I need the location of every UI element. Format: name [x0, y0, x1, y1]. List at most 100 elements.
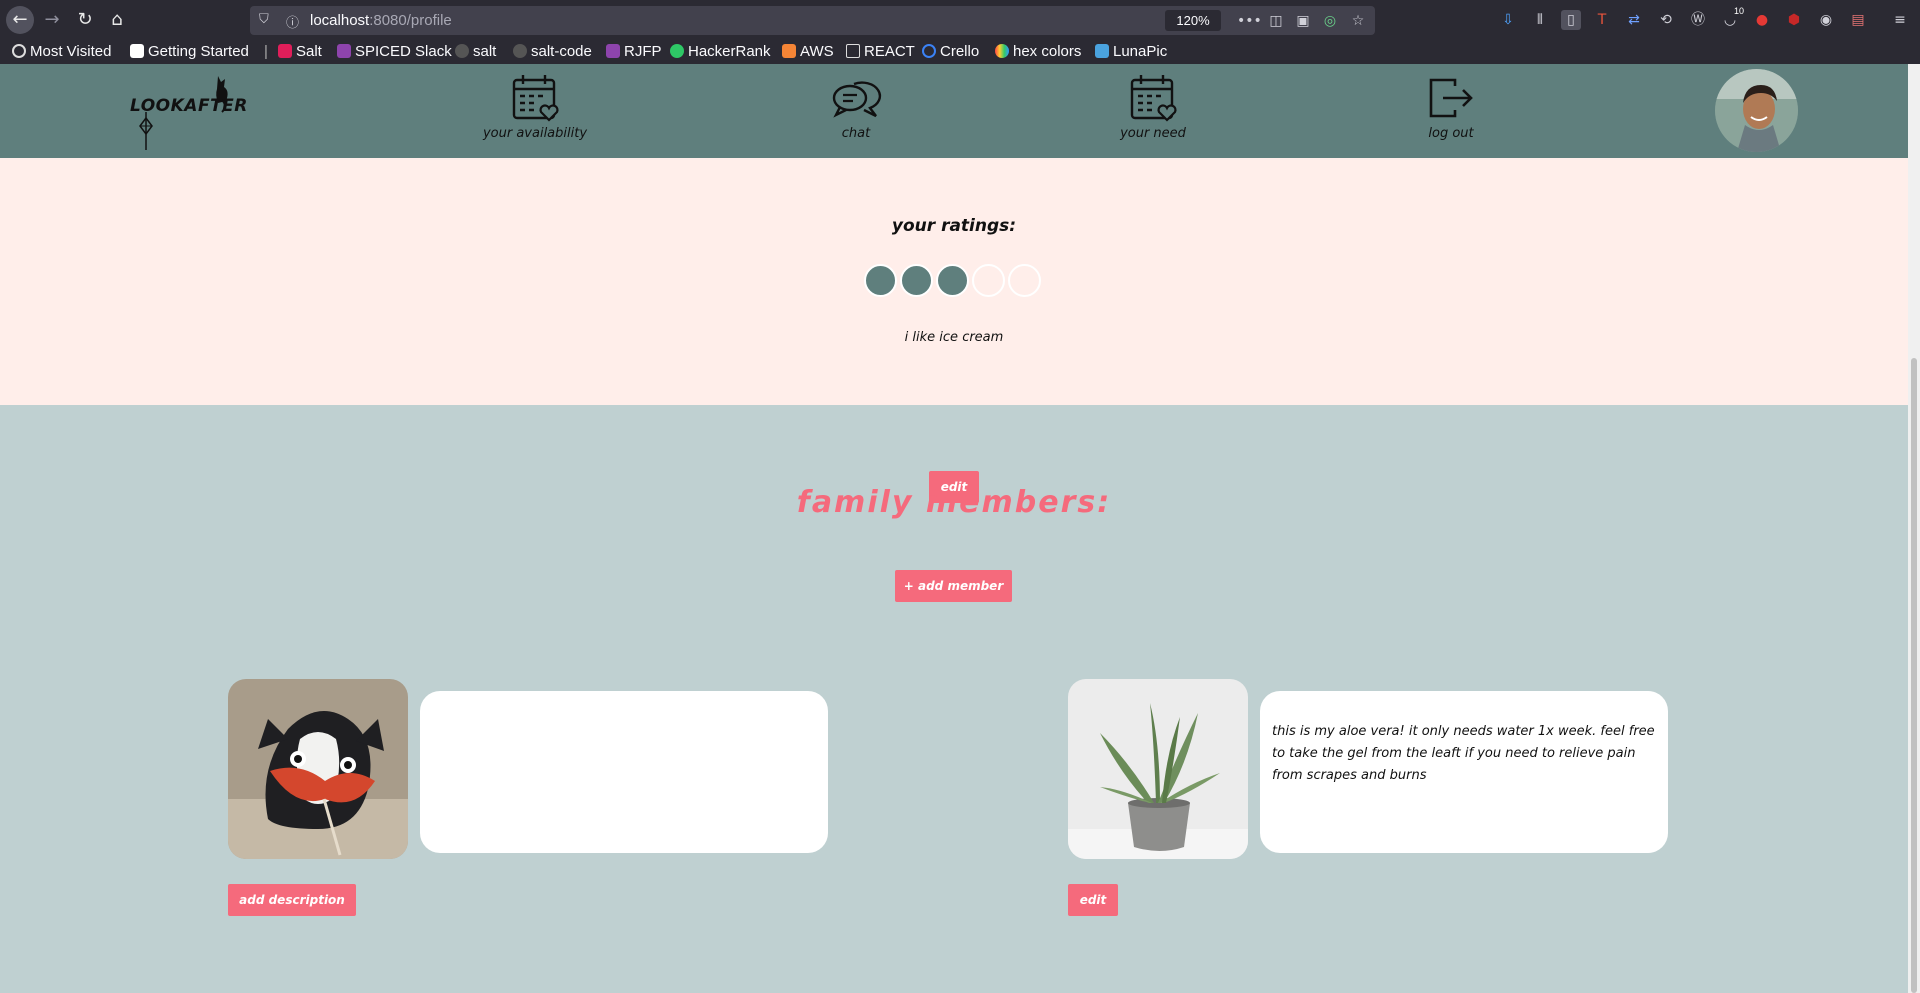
slack-icon: [278, 44, 292, 58]
site-info-icon[interactable]: ⓘ: [286, 12, 300, 31]
bookmark-label: salt: [473, 43, 497, 60]
logo-text: LOOKAFTER: [130, 96, 248, 116]
github-icon: [513, 44, 527, 58]
extension-red-icon[interactable]: ▤: [1848, 10, 1868, 30]
member-description: this is my aloe vera! it only needs wate…: [1260, 691, 1668, 853]
home-icon[interactable]: ⌂: [105, 8, 129, 32]
bookmarks-bar: Most Visited Getting Started | Salt SPIC…: [0, 40, 1920, 64]
page-viewport: LOOKAFTER your availability chat your ne…: [0, 64, 1908, 993]
url-text[interactable]: localhost:8080/profile: [310, 12, 452, 29]
address-bar[interactable]: ⛉ ⓘ localhost:8080/profile 120% ••• ◫ ▣ …: [250, 6, 1375, 35]
nav-label: your need: [1120, 126, 1186, 141]
nav-chat[interactable]: chat: [791, 72, 921, 152]
back-arrow-icon[interactable]: ←: [6, 6, 34, 34]
translate-icon[interactable]: ⇄: [1624, 10, 1644, 30]
nav-label: chat: [841, 126, 871, 141]
m-icon: [130, 44, 144, 58]
extension-tomato-icon[interactable]: ●: [1752, 10, 1772, 30]
aws-cube-icon: [782, 44, 796, 58]
nav-your-availability[interactable]: your availability: [470, 72, 600, 152]
zoom-level-badge[interactable]: 120%: [1165, 10, 1221, 31]
bookmark-label: salt-code: [531, 43, 592, 60]
bookmark-label: LunaPic: [1113, 43, 1168, 60]
logout-icon: [1429, 78, 1473, 118]
family-members-title: family members:: [796, 485, 1112, 520]
extension-target-icon[interactable]: ◎: [1320, 11, 1340, 31]
bookmark-salt-code[interactable]: salt-code: [513, 43, 592, 61]
calendar-heart-icon: [1130, 75, 1177, 122]
rating-dot-empty: [972, 264, 1005, 297]
reload-icon[interactable]: ↻: [73, 8, 97, 32]
avatar[interactable]: [1715, 69, 1798, 152]
color-wheel-icon: [995, 44, 1009, 58]
bookmark-salt-github[interactable]: salt: [455, 43, 496, 61]
nav-log-out[interactable]: log out: [1386, 72, 1516, 152]
lunapic-icon: [1095, 44, 1109, 58]
bookmark-label: hex colors: [1013, 43, 1082, 60]
bookmark-lunapic[interactable]: LunaPic: [1095, 43, 1167, 61]
bookmark-getting-started[interactable]: Getting Started: [130, 43, 249, 61]
profile-photo: [1715, 69, 1798, 152]
member-photo-dog: [228, 679, 408, 859]
bookmark-folder-react[interactable]: REACT: [846, 43, 915, 61]
page-scrollbar[interactable]: [1908, 64, 1920, 993]
crello-icon: [922, 44, 936, 58]
bookmark-label: Most Visited: [30, 43, 112, 60]
library-icon[interactable]: ⫴: [1530, 10, 1550, 30]
scrollbar-thumb[interactable]: [1911, 358, 1917, 993]
dog-photo: [228, 679, 408, 859]
extension-badge: 10: [1734, 6, 1745, 16]
rating-dot-filled: [900, 264, 933, 297]
bookmark-label: Salt: [296, 43, 322, 60]
folder-icon: [846, 44, 860, 58]
github-icon: [455, 44, 469, 58]
bookmark-aws[interactable]: AWS: [782, 43, 834, 61]
bookmark-label: AWS: [800, 43, 834, 60]
ratings-title: your ratings:: [891, 216, 1017, 236]
reader-icon[interactable]: ▣: [1293, 11, 1313, 31]
bookmark-label: SPICED Slack: [355, 43, 452, 60]
add-member-button[interactable]: + add member: [895, 570, 1012, 602]
bookmark-hackerrank[interactable]: HackerRank: [670, 43, 771, 61]
bookmark-separator: |: [264, 43, 268, 60]
rating-dot-filled: [864, 264, 897, 297]
ratings-section: your ratings: i like ice cream edit: [0, 158, 1908, 503]
nav-label: your availability: [482, 126, 588, 141]
slack-icon: [606, 44, 620, 58]
bookmark-crello[interactable]: Crello: [922, 43, 979, 61]
account-icon[interactable]: ◉: [1816, 10, 1836, 30]
add-description-button[interactable]: add description: [228, 884, 356, 916]
bookmark-star-icon[interactable]: ☆: [1348, 11, 1368, 31]
sidebar-icon[interactable]: ▯: [1561, 10, 1581, 30]
chat-bubbles-icon: [832, 81, 882, 118]
extension-w-icon[interactable]: Ⓦ: [1688, 10, 1708, 30]
bookmark-label: HackerRank: [688, 43, 771, 60]
member-photo-aloe: [1068, 679, 1248, 859]
extension-sync-icon[interactable]: ⟲: [1656, 10, 1676, 30]
aloe-plant-photo: [1068, 679, 1248, 859]
menu-icon[interactable]: ≡: [1890, 10, 1910, 30]
bookmark-rjfp[interactable]: RJFP: [606, 43, 662, 61]
nav-your-need[interactable]: your need: [1088, 72, 1218, 152]
gear-icon: [12, 44, 26, 58]
downloads-icon[interactable]: ⇩: [1498, 10, 1518, 30]
rating-dot-empty: [1008, 264, 1041, 297]
bookmark-label: REACT: [864, 43, 915, 60]
bookmark-label: RJFP: [624, 43, 662, 60]
forward-arrow-icon[interactable]: →: [40, 8, 64, 32]
bookmark-most-visited[interactable]: Most Visited: [12, 43, 111, 61]
lookafter-logo[interactable]: LOOKAFTER: [130, 72, 247, 152]
edit-member-button[interactable]: edit: [1068, 884, 1118, 916]
ublock-icon[interactable]: ⬢: [1784, 10, 1804, 30]
bookmark-spiced-slack[interactable]: SPICED Slack: [337, 43, 452, 61]
page-actions-icon[interactable]: •••: [1237, 11, 1262, 31]
browser-toolbar: ← → ↻ ⌂ ⛉ ⓘ localhost:8080/profile 120% …: [0, 0, 1920, 40]
bookmark-label: Crello: [940, 43, 980, 60]
extension-t-icon[interactable]: T: [1592, 10, 1612, 30]
bookmark-hex-colors[interactable]: hex colors: [995, 43, 1081, 61]
bookmark-salt[interactable]: Salt: [278, 43, 322, 61]
pocket-icon[interactable]: ◫: [1266, 11, 1286, 31]
bookmark-label: Getting Started: [148, 43, 249, 60]
slack-icon: [337, 44, 351, 58]
shield-icon[interactable]: ⛉: [259, 12, 273, 28]
